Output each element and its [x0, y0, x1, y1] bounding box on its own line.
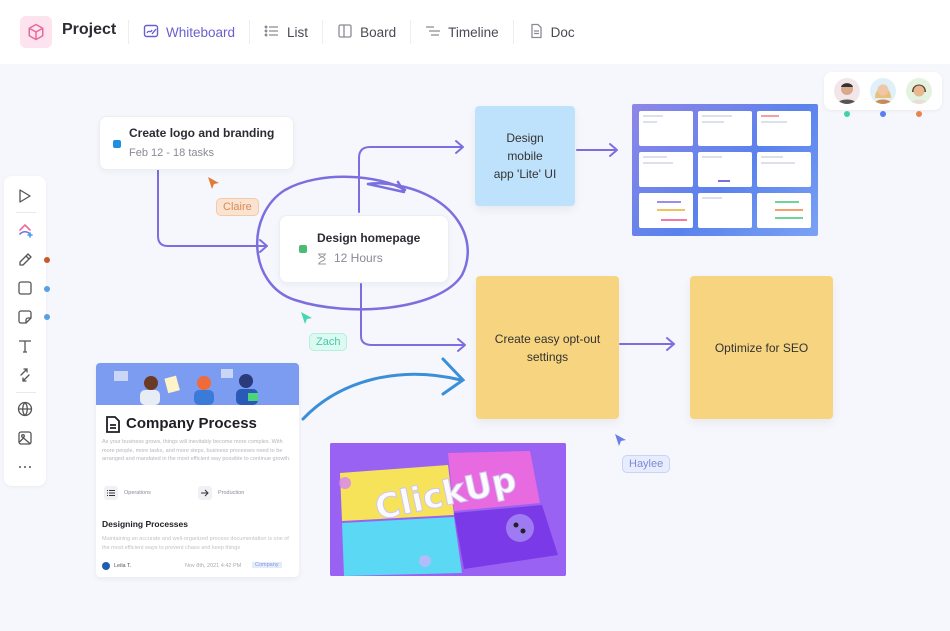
globe-icon[interactable] [17, 401, 33, 417]
task-card-homepage[interactable]: Design homepage 12 Hours [279, 215, 449, 283]
sticky-line: Design [506, 131, 544, 145]
rectangle-icon[interactable] [17, 280, 33, 296]
sticky-color-indicator [44, 314, 50, 320]
toolbar-divider [16, 212, 36, 213]
doc-body: As your business grows, things will inev… [102, 439, 291, 462]
doc-footer: Leila T. Nov 8th, 2021 4:42 PM Company [102, 562, 294, 572]
sticky-note-icon[interactable] [17, 309, 33, 325]
text-icon[interactable] [17, 338, 33, 354]
screen-thumb [639, 152, 693, 187]
cursor-claire-icon [208, 177, 219, 189]
operations-icon [104, 486, 118, 500]
doc-tag: Company [252, 562, 282, 568]
image-icon[interactable] [17, 430, 33, 446]
cursor-label-claire: Claire [216, 198, 259, 216]
cursor-icon[interactable] [17, 188, 33, 204]
screen-thumb [757, 152, 811, 187]
sticky-line: settings [526, 349, 569, 364]
card-title: Design homepage [317, 231, 421, 245]
toolbar-divider [16, 392, 36, 393]
screen-thumb [757, 193, 811, 228]
connector-homepage-to-optout [360, 283, 465, 346]
presence-dot [916, 111, 922, 117]
screen-thumb [757, 111, 811, 146]
screen-thumb [698, 193, 752, 228]
status-square [299, 245, 307, 253]
avatar[interactable] [870, 78, 896, 104]
sticky-line: mobile [507, 149, 543, 163]
collaborators-panel [824, 72, 942, 110]
more-icon[interactable] [17, 458, 33, 474]
presence-dot [880, 111, 886, 117]
sticky-mobile-ui[interactable]: Design mobile app 'Lite' UI [475, 106, 575, 206]
sticky-optout[interactable]: Create easy opt-out settings [476, 276, 619, 419]
hourglass-icon [317, 252, 327, 270]
doc-body-2: Maintaining an accurate and well-organiz… [102, 536, 289, 551]
clickup-ai-icon[interactable] [17, 222, 33, 238]
task-card-logo[interactable]: Create logo and branding Feb 12 - 18 tas… [99, 116, 294, 170]
card-subtitle: Feb 12 - 18 tasks [129, 147, 214, 159]
screen-thumb [639, 193, 693, 228]
pen-color-indicator [44, 257, 50, 263]
clickup-promo-image[interactable]: ClickUp [330, 443, 566, 576]
doc-icon [106, 416, 120, 438]
sticky-line: Optimize for SEO [714, 340, 809, 355]
presence-dot [844, 111, 850, 117]
sticky-line: app 'Lite' UI [493, 167, 557, 181]
pen-icon[interactable] [17, 252, 33, 268]
arrow-right-icon [198, 486, 212, 500]
chip-label[interactable]: Operations [124, 490, 151, 496]
author-name: Leila T. [114, 563, 132, 569]
status-square [113, 140, 121, 148]
cursor-zach-icon [301, 312, 312, 324]
author-avatar [102, 562, 110, 570]
cursor-label-haylee: Haylee [622, 455, 671, 473]
chip-label[interactable]: Production [218, 490, 244, 496]
doc-timestamp: Nov 8th, 2021 4:42 PM [185, 563, 242, 569]
cursor-label-zach: Zach [309, 333, 348, 351]
screen-thumb [639, 111, 693, 146]
blue-freehand-arrow [301, 372, 463, 421]
screen-thumb [698, 152, 752, 187]
app-screens-image[interactable] [632, 104, 818, 236]
card-title: Create logo and branding [129, 126, 275, 140]
drawing-toolbar [4, 176, 46, 486]
sticky-line: Create easy opt-out [494, 331, 601, 346]
screen-thumb [698, 111, 752, 146]
doc-title: Company Process [126, 415, 257, 432]
sticky-seo[interactable]: Optimize for SEO [690, 276, 833, 419]
card-subtitle: 12 Hours [334, 251, 383, 265]
avatar[interactable] [906, 78, 932, 104]
doc-card-company-process[interactable]: Company Process As your business grows, … [96, 363, 299, 577]
doc-heading: Designing Processes [102, 519, 188, 529]
avatar[interactable] [834, 78, 860, 104]
doc-hero-illustration [96, 363, 299, 405]
rectangle-color-indicator [44, 286, 50, 292]
cursor-haylee-icon [615, 434, 626, 446]
connector-icon[interactable] [17, 367, 33, 383]
